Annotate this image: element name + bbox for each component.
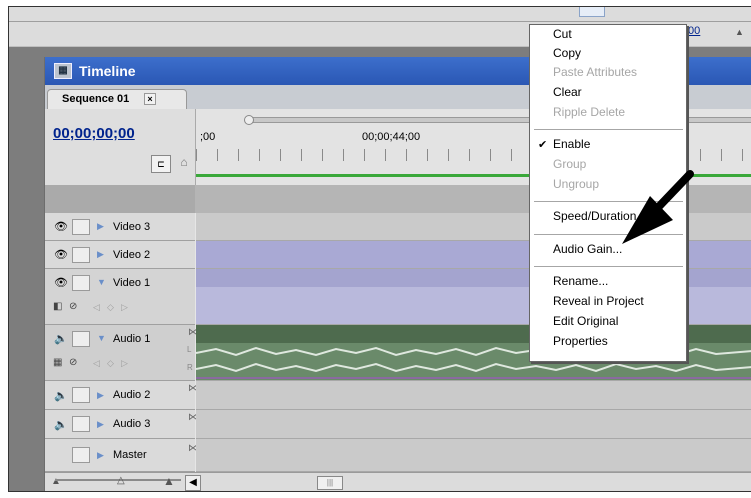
black-arrow-annotation <box>622 170 694 244</box>
